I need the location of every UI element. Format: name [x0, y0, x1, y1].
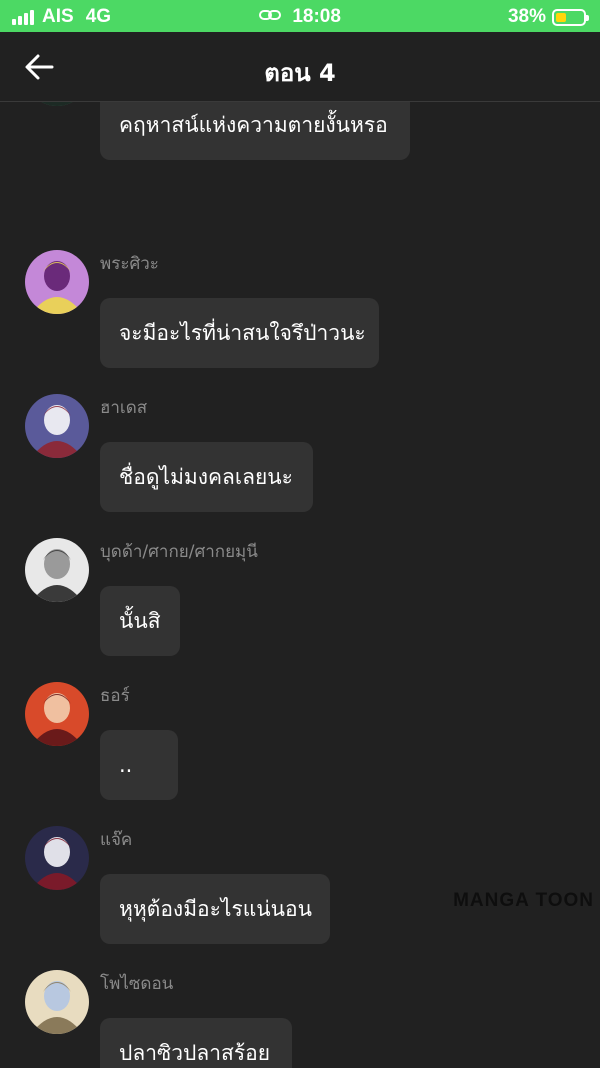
message-bubble[interactable]: .. [100, 730, 178, 800]
avatar[interactable] [25, 538, 89, 602]
sender-name: ธอร์ [100, 686, 130, 706]
message-bubble[interactable]: ปลาซิวปลาสร้อย [100, 1018, 292, 1068]
message-bubble[interactable]: หุหุต้องมีอะไรแน่นอน [100, 874, 330, 944]
chat-message: ฮาเดสชื่อดูไม่มงคลเลยนะ [0, 376, 600, 526]
avatar[interactable] [25, 970, 89, 1034]
header: ตอน 4 [0, 32, 600, 102]
message-bubble[interactable]: นั้นสิ [100, 586, 180, 656]
avatar[interactable] [25, 394, 89, 458]
avatar[interactable] [25, 250, 89, 314]
message-bubble[interactable]: ชื่อดูไม่มงคลเลยนะ [100, 442, 313, 512]
page-title: ตอน 4 [264, 59, 336, 87]
avatar[interactable] [25, 826, 89, 890]
sender-name: พระศิวะ [100, 254, 159, 274]
chat-message: แจ๊คหุหุต้องมีอะไรแน่นอน [0, 808, 600, 958]
sender-name: บุดด้า/ศากย/ศากยมุนี [100, 542, 258, 562]
sender-name: โพไซดอน [100, 974, 174, 994]
status-right: 38% [507, 6, 589, 28]
chat-message: ธอร์.. [0, 664, 600, 814]
watermark: MANGA TOON [453, 890, 594, 911]
chat-message: โพไซดอนปลาซิวปลาสร้อย [0, 952, 600, 1068]
sender-name: ฮาเดส [100, 398, 148, 418]
status-bar: AIS 4G 18:08 38% [0, 0, 600, 32]
chat-feed[interactable]: โลกิคฤหาสน์แห่งความตายงั้นหรอพระศิวะจะมี… [0, 32, 600, 1068]
link-icon [259, 8, 282, 27]
chat-message: พระศิวะจะมีอะไรที่น่าสนใจรึป่าวนะ [0, 232, 600, 382]
status-time: 18:08 [292, 6, 341, 27]
sender-name: แจ๊ค [100, 830, 133, 850]
message-bubble[interactable]: จะมีอะไรที่น่าสนใจรึป่าวนะ [100, 298, 379, 368]
battery-icon [552, 8, 589, 26]
avatar[interactable] [25, 682, 89, 746]
battery-percent: 38% [507, 6, 546, 27]
chat-message: บุดด้า/ศากย/ศากยมุนีนั้นสิ [0, 520, 600, 670]
